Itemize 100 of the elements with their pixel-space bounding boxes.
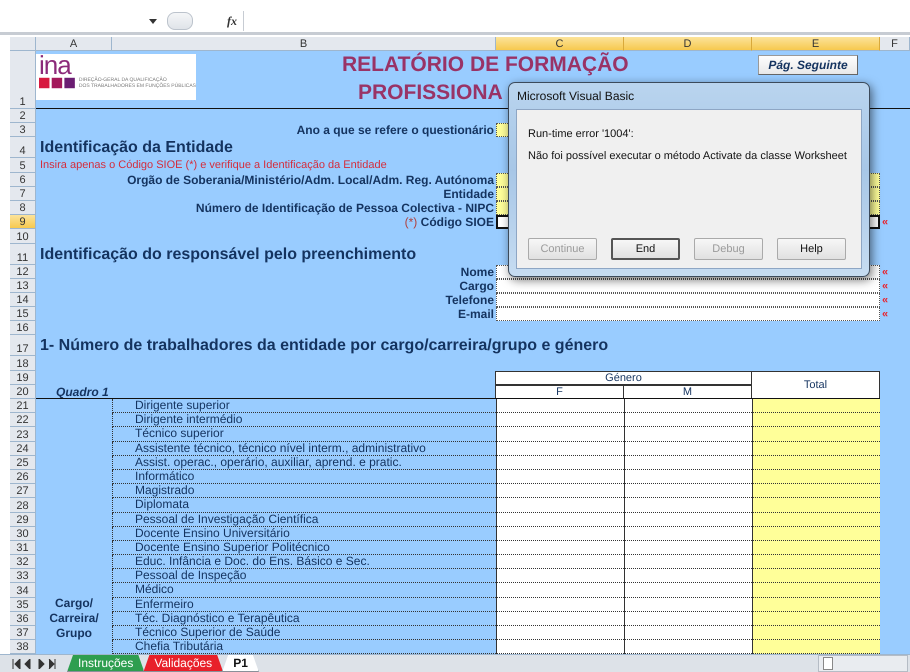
input-cell[interactable] (624, 512, 752, 527)
row-number[interactable]: 20 (10, 384, 36, 399)
column-header[interactable]: A (36, 37, 112, 51)
row-number[interactable]: 25 (10, 456, 36, 470)
input-cell[interactable] (496, 427, 624, 442)
row-number[interactable]: 10 (10, 229, 36, 244)
input-cell[interactable] (624, 470, 752, 484)
row-number[interactable]: 26 (10, 470, 36, 484)
input-cell[interactable] (496, 612, 624, 626)
caret-icon[interactable] (149, 18, 157, 24)
input-cell[interactable] (624, 413, 752, 428)
row-number[interactable]: 35 (10, 598, 36, 612)
row-label: Técnico Superior de Saúde (112, 626, 496, 640)
row-number[interactable]: 16 (10, 321, 36, 336)
input-cell[interactable] (496, 498, 624, 512)
input-cell[interactable] (624, 612, 752, 626)
row-number[interactable]: 34 (10, 583, 36, 598)
input-cell[interactable] (496, 583, 624, 598)
row-number[interactable]: 37 (10, 626, 36, 640)
input-cell[interactable] (624, 498, 752, 512)
column-header[interactable]: B (112, 37, 496, 51)
row-number[interactable]: 28 (10, 498, 36, 512)
input-cell[interactable] (496, 526, 624, 541)
input-cell[interactable] (624, 598, 752, 612)
input-cell[interactable] (624, 484, 752, 498)
sheet-tab[interactable]: P1 (222, 655, 259, 672)
row-label: Pessoal de Investigação Científica (112, 512, 496, 527)
row-number[interactable]: 12 (10, 264, 36, 279)
row-number[interactable]: 31 (10, 540, 36, 556)
row-number[interactable]: 2 (10, 109, 36, 124)
row-number[interactable]: 7 (10, 186, 36, 201)
input-cell[interactable] (624, 427, 752, 442)
row-number[interactable]: 32 (10, 555, 36, 570)
row-number[interactable]: 14 (10, 292, 36, 308)
row-number[interactable]: 4 (10, 137, 36, 158)
next-page-button[interactable]: Pág. Seguinte (758, 55, 858, 75)
row-label: Enfermeiro (112, 598, 496, 612)
input-cell[interactable] (496, 442, 624, 456)
row-number[interactable]: 13 (10, 278, 36, 293)
section-heading: 1- Número de trabalhadores da entidade por cargo/carreira/grupo e género (39, 336, 608, 356)
row-number[interactable]: 30 (10, 526, 36, 541)
row-number[interactable]: 19 (10, 370, 36, 385)
function-icon[interactable]: fx (227, 14, 237, 28)
input-cell[interactable] (496, 307, 880, 322)
row-number[interactable]: 15 (10, 307, 36, 322)
horizontal-scrollbar[interactable] (818, 655, 908, 672)
resize-handle[interactable] (167, 12, 193, 30)
input-cell[interactable] (496, 512, 624, 527)
row-number[interactable]: 21 (10, 399, 36, 414)
row-number[interactable]: 27 (10, 484, 36, 498)
input-cell[interactable] (624, 583, 752, 598)
input-cell[interactable] (496, 456, 624, 470)
input-cell[interactable] (624, 555, 752, 570)
input-cell[interactable] (496, 540, 624, 556)
row-number[interactable]: 36 (10, 612, 36, 626)
row-number[interactable]: 23 (10, 427, 36, 442)
input-cell[interactable] (496, 292, 880, 308)
row-number[interactable]: 1 (10, 51, 36, 109)
row-number[interactable]: 5 (10, 158, 36, 173)
dialog-button[interactable]: Help (777, 238, 846, 260)
input-cell[interactable] (496, 598, 624, 612)
required-marker: « (881, 308, 888, 320)
sheet-tab[interactable]: Validações (143, 655, 224, 672)
column-header[interactable]: D (624, 37, 752, 51)
input-cell[interactable] (624, 540, 752, 556)
input-cell[interactable] (496, 278, 880, 293)
input-cell[interactable] (496, 399, 624, 414)
column-header[interactable]: E (752, 37, 880, 51)
row-number[interactable]: 8 (10, 200, 36, 216)
row-number[interactable]: 29 (10, 512, 36, 527)
input-cell[interactable] (624, 399, 752, 414)
row-number[interactable]: 22 (10, 413, 36, 428)
column-header[interactable]: F (880, 37, 910, 51)
row-number[interactable]: 3 (10, 123, 36, 138)
input-cell[interactable] (624, 640, 752, 654)
input-cell[interactable] (496, 470, 624, 484)
input-cell[interactable] (496, 626, 624, 640)
row-number[interactable]: 6 (10, 172, 36, 187)
row-number[interactable]: 24 (10, 442, 36, 456)
row-number[interactable]: 9 (10, 215, 36, 230)
dialog-title: Microsoft Visual Basic (516, 88, 636, 105)
section-heading: Identificação do responsável pelo preenchimento (39, 244, 416, 264)
dialog-button[interactable]: End (610, 238, 680, 260)
input-cell[interactable] (624, 626, 752, 640)
input-cell[interactable] (496, 413, 624, 428)
input-cell[interactable] (496, 555, 624, 570)
input-cell[interactable] (624, 526, 752, 541)
row-number[interactable]: 38 (10, 640, 36, 654)
input-cell[interactable] (624, 456, 752, 470)
row-number[interactable]: 11 (10, 244, 36, 264)
input-cell[interactable] (496, 640, 624, 654)
row-number[interactable]: 33 (10, 569, 36, 584)
row-number[interactable]: 18 (10, 356, 36, 371)
input-cell[interactable] (624, 569, 752, 584)
column-header[interactable]: C (496, 37, 624, 51)
input-cell[interactable] (624, 442, 752, 456)
field-label: E-mail (458, 307, 495, 322)
row-number[interactable]: 17 (10, 335, 36, 356)
input-cell[interactable] (496, 569, 624, 584)
input-cell[interactable] (496, 484, 624, 498)
